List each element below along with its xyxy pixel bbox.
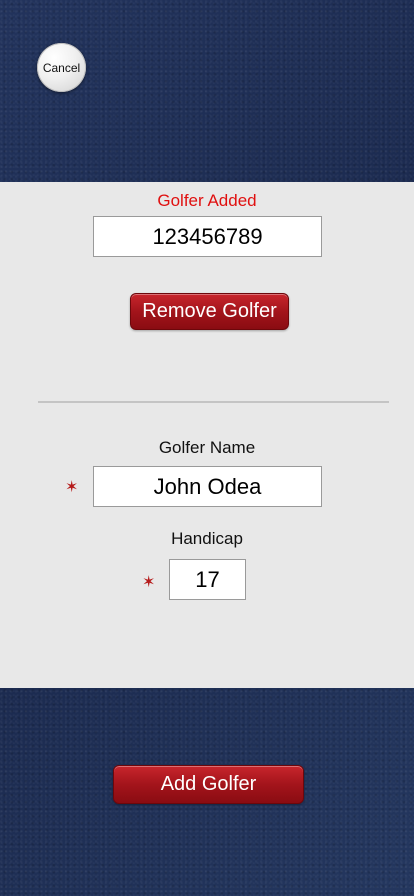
golfer-id-field[interactable]: 123456789	[93, 216, 322, 257]
divider	[38, 401, 389, 403]
status-message: Golfer Added	[157, 191, 257, 210]
cancel-button-label: Cancel	[42, 60, 81, 75]
remove-golfer-button[interactable]: Remove Golfer	[130, 293, 289, 330]
add-golfer-label: Add Golfer	[160, 773, 257, 795]
golfer-name-value: John Odea	[153, 473, 262, 499]
golfer-name-label: Golfer Name	[158, 438, 256, 457]
required-icon: ✶	[142, 574, 156, 591]
golfer-name-field[interactable]: John Odea	[93, 466, 322, 507]
add-golfer-button[interactable]: Add Golfer	[113, 765, 304, 804]
handicap-label: Handicap	[171, 529, 243, 548]
handicap-field[interactable]: 17	[169, 559, 246, 600]
handicap-value: 17	[195, 566, 220, 592]
golfer-form-panel: Golfer Added 123456789 Remove Golfer Gol…	[0, 182, 414, 688]
golfer-id-value: 123456789	[152, 223, 263, 249]
screen: Cancel Golfer Added 123456789 Remove Gol…	[0, 0, 414, 896]
remove-golfer-label: Remove Golfer	[142, 300, 277, 322]
cancel-button[interactable]: Cancel	[37, 43, 86, 92]
required-icon: ✶	[65, 479, 79, 496]
